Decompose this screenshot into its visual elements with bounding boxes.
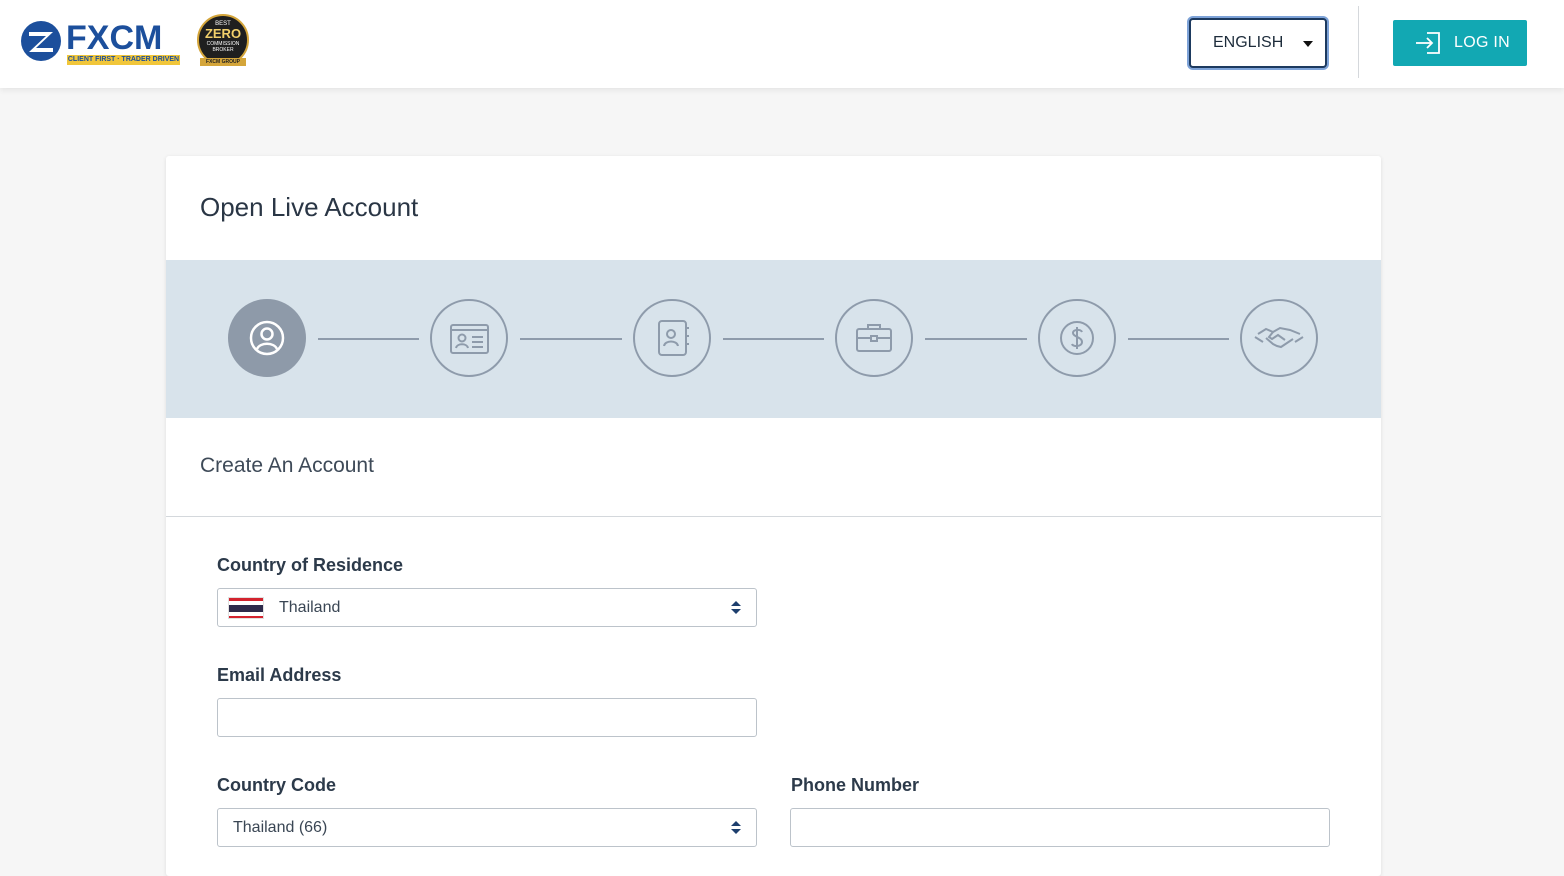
id-card-icon <box>450 324 489 354</box>
fxcm-logo-mark-icon <box>21 21 61 61</box>
step-employment[interactable] <box>835 299 913 377</box>
dollar-icon <box>1060 321 1094 355</box>
step-connector <box>723 338 824 340</box>
country-of-residence-value: Thailand <box>279 599 341 616</box>
section-title: Create An Account <box>200 454 374 477</box>
step-personal[interactable] <box>228 299 306 377</box>
page-title: Open Live Account <box>200 192 419 222</box>
step-connector <box>925 338 1027 340</box>
language-select-value: ENGLISH <box>1213 34 1284 51</box>
step-financial[interactable] <box>1038 299 1116 377</box>
contact-book-icon <box>658 320 689 356</box>
country-of-residence-label: Country of Residence <box>217 555 404 575</box>
user-icon <box>249 320 285 356</box>
email-address-label: Email Address <box>217 665 342 685</box>
brand-name: FXCM <box>66 19 163 57</box>
badge-group: FXCM GROUP <box>200 58 246 66</box>
email-field[interactable] <box>217 698 757 737</box>
country-code-value: Thailand (66) <box>233 819 328 836</box>
registration-stepper <box>166 260 1381 418</box>
header-divider <box>1358 6 1359 78</box>
phone-number-label: Phone Number <box>791 775 920 795</box>
top-header: FXCM CLIENT FIRST · TRADER DRIVEN BEST Z… <box>0 0 1564 88</box>
sort-arrows-icon <box>731 821 741 835</box>
award-badge: BEST ZERO COMMISSION BROKER FXCM GROUP <box>194 14 254 72</box>
step-connector <box>520 338 622 340</box>
login-button[interactable]: LOG IN <box>1393 20 1527 66</box>
phone-number-field[interactable] <box>790 808 1330 847</box>
caret-down-icon <box>1303 41 1313 47</box>
step-agreement[interactable] <box>1240 299 1318 377</box>
briefcase-icon <box>856 324 892 352</box>
open-account-card: Open Live Account Create An Account Coun… <box>166 156 1381 876</box>
sort-arrows-icon <box>731 601 741 615</box>
country-of-residence-select[interactable]: Thailand <box>217 588 757 627</box>
country-code-label: Country Code <box>217 775 336 795</box>
brand-tagline: CLIENT FIRST · TRADER DRIVEN <box>67 55 180 65</box>
handshake-icon <box>1254 326 1304 349</box>
step-connector <box>318 338 419 340</box>
step-connector <box>1128 338 1229 340</box>
step-identity[interactable] <box>430 299 508 377</box>
country-code-select[interactable]: Thailand (66) <box>217 808 757 847</box>
section-divider <box>166 516 1381 517</box>
login-button-label: LOG IN <box>1454 34 1511 51</box>
badge-zero: ZERO <box>204 26 242 41</box>
sign-in-icon <box>1416 32 1440 54</box>
thailand-flag-icon <box>228 597 264 619</box>
badge-commission: COMMISSION BROKER <box>206 41 240 53</box>
step-contact[interactable] <box>633 299 711 377</box>
language-select[interactable]: ENGLISH <box>1189 18 1327 68</box>
